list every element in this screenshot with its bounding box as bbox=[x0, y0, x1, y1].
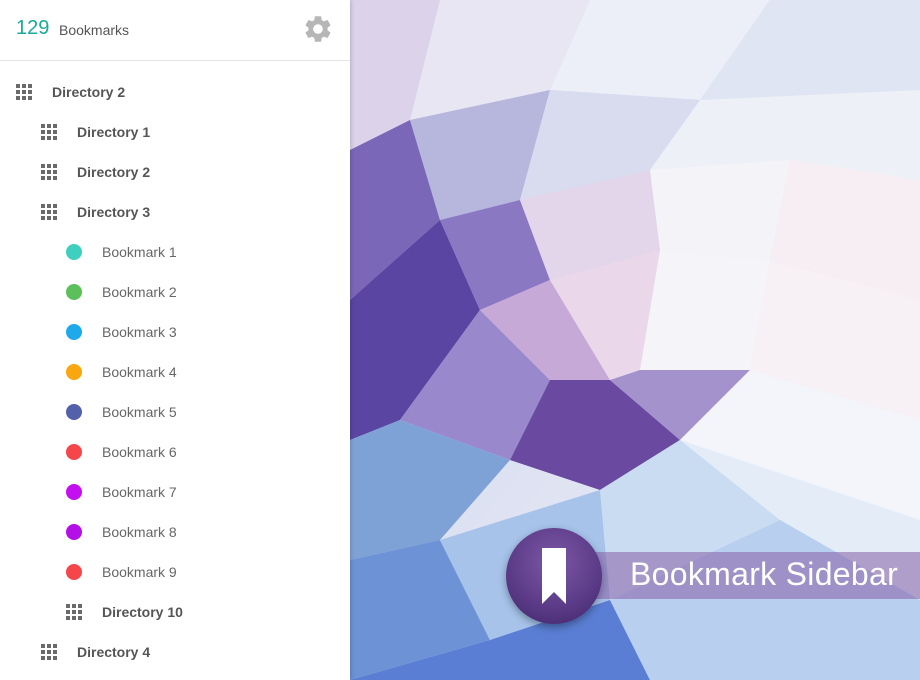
directory-item[interactable]: Directory 2 bbox=[16, 72, 125, 112]
grid-icon bbox=[41, 204, 57, 220]
directory-label: Directory 2 bbox=[52, 84, 126, 100]
bookmark-item[interactable]: Bookmark 2 bbox=[66, 272, 177, 312]
bookmark-count-label: Bookmarks bbox=[59, 22, 130, 38]
bookmark-dot-icon bbox=[66, 444, 82, 460]
grid-icon bbox=[41, 124, 57, 140]
bookmark-item[interactable]: Bookmark 3 bbox=[66, 312, 177, 352]
directory-item[interactable]: Directory 4 bbox=[41, 632, 150, 672]
bookmark-label: Bookmark 1 bbox=[102, 244, 177, 260]
gear-icon[interactable] bbox=[302, 13, 334, 45]
sidebar-header: 129 Bookmarks bbox=[0, 0, 350, 61]
grid-icon bbox=[41, 164, 57, 180]
title-banner-text: Bookmark Sidebar bbox=[630, 556, 899, 592]
bookmark-label: Bookmark 9 bbox=[102, 564, 177, 580]
bookmark-count: 129 bbox=[16, 17, 50, 39]
bookmark-item[interactable]: Bookmark 6 bbox=[66, 432, 177, 472]
directory-label: Directory 1 bbox=[77, 124, 151, 140]
bookmark-label: Bookmark 3 bbox=[102, 324, 177, 340]
bookmark-dot-icon bbox=[66, 404, 82, 420]
grid-icon bbox=[66, 604, 82, 620]
bookmark-item[interactable]: Bookmark 5 bbox=[66, 392, 177, 432]
bookmark-item[interactable]: Bookmark 8 bbox=[66, 512, 177, 552]
bookmark-dot-icon bbox=[66, 484, 82, 500]
directory-item[interactable]: Directory 3 bbox=[41, 192, 150, 232]
bookmark-item[interactable]: Bookmark 7 bbox=[66, 472, 177, 512]
directory-label: Directory 3 bbox=[77, 204, 151, 220]
bookmark-dot-icon bbox=[66, 364, 82, 380]
directory-label: Directory 2 bbox=[77, 164, 151, 180]
bookmark-dot-icon bbox=[66, 324, 82, 340]
directory-label: Directory 4 bbox=[77, 644, 151, 660]
bookmark-label: Bookmark 2 bbox=[102, 284, 177, 300]
bookmark-dot-icon bbox=[66, 524, 82, 540]
directory-item[interactable]: Directory 1 bbox=[41, 112, 150, 152]
bookmark-label: Bookmark 5 bbox=[102, 404, 177, 420]
directory-item[interactable]: Directory 10 bbox=[66, 592, 183, 632]
bookmark-dot-icon bbox=[66, 564, 82, 580]
bookmark-label: Bookmark 7 bbox=[102, 484, 177, 500]
bookmark-label: Bookmark 4 bbox=[102, 364, 177, 380]
bookmark-item[interactable]: Bookmark 4 bbox=[66, 352, 177, 392]
bookmark-label: Bookmark 8 bbox=[102, 524, 177, 540]
bookmark-sidebar: 129 Bookmarks Directory 2 Directory 1 Dire… bbox=[0, 0, 350, 680]
grid-icon bbox=[41, 644, 57, 660]
bookmark-icon bbox=[542, 548, 566, 604]
bookmark-dot-icon bbox=[66, 244, 82, 260]
directory-item[interactable]: Directory 2 bbox=[41, 152, 150, 192]
bookmark-label: Bookmark 6 bbox=[102, 444, 177, 460]
bookmark-item[interactable]: Bookmark 1 bbox=[66, 232, 177, 272]
grid-icon bbox=[16, 84, 32, 100]
logo-badge bbox=[506, 528, 602, 624]
bookmark-dot-icon bbox=[66, 284, 82, 300]
bookmark-item[interactable]: Bookmark 9 bbox=[66, 552, 177, 592]
directory-label: Directory 10 bbox=[102, 604, 183, 620]
